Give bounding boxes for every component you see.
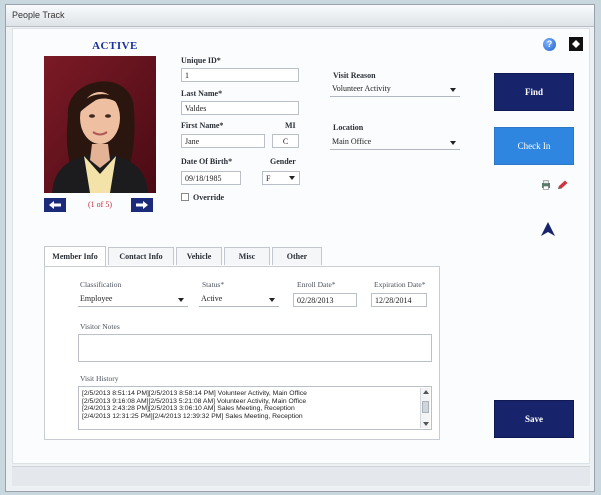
- visitor-notes-field[interactable]: [78, 334, 432, 362]
- window-title: People Track: [12, 10, 65, 20]
- printer-icon: [542, 180, 550, 190]
- tab-contact-info[interactable]: Contact Info: [108, 247, 174, 265]
- arrow-up-icon: [541, 222, 555, 236]
- classification-select[interactable]: Employee: [78, 293, 188, 307]
- edit-icon[interactable]: [557, 177, 568, 189]
- visit-history-label: Visit History: [80, 374, 119, 383]
- expand-icon: [572, 40, 580, 48]
- mi-field[interactable]: C: [272, 134, 299, 148]
- scroll-up-icon[interactable]: [540, 222, 556, 236]
- classification-label: Classification: [80, 280, 122, 289]
- enroll-date-field[interactable]: 02/28/2013: [293, 293, 357, 307]
- visit-reason-value: Volunteer Activity: [332, 84, 391, 93]
- status-bar: [12, 466, 590, 486]
- chevron-down-icon: [269, 298, 275, 302]
- scroll-thumb[interactable]: [422, 401, 429, 413]
- last-name-field[interactable]: Valdes: [181, 101, 299, 115]
- unique-id-label: Unique ID*: [181, 56, 221, 65]
- tab-vehicle[interactable]: Vehicle: [176, 247, 222, 265]
- save-button[interactable]: Save: [494, 400, 574, 438]
- help-icon[interactable]: ?: [543, 38, 556, 51]
- first-name-label: First Name*: [181, 121, 224, 130]
- arrow-left-icon: [49, 201, 61, 209]
- member-status: ACTIVE: [92, 40, 138, 52]
- dob-label: Date Of Birth*: [181, 157, 233, 166]
- visit-reason-label: Visit Reason: [333, 71, 376, 80]
- gender-value: F: [266, 174, 271, 183]
- last-name-label: Last Name*: [181, 89, 223, 98]
- status-value: Active: [201, 294, 223, 303]
- print-icon[interactable]: [541, 177, 551, 190]
- visit-reason-select[interactable]: Volunteer Activity: [330, 83, 460, 97]
- visit-history-list[interactable]: [2/5/2013 8:51:14 PM][2/5/2013 8:58:14 P…: [78, 386, 432, 430]
- override-label: Override: [193, 193, 225, 202]
- scroll-down-arrow-icon[interactable]: [423, 422, 429, 426]
- tab-misc[interactable]: Misc: [224, 247, 270, 265]
- unique-id-field[interactable]: 1: [181, 68, 299, 82]
- first-name-field[interactable]: Jane: [181, 134, 265, 148]
- mi-label: MI: [285, 121, 296, 130]
- member-photo: [44, 56, 156, 193]
- list-item: [2/5/2013 9:16:08 AM][2/5/2013 5:21:08 A…: [82, 397, 307, 405]
- dob-field[interactable]: 09/18/1985: [181, 171, 241, 185]
- tab-other[interactable]: Other: [272, 247, 322, 265]
- list-item: [2/5/2013 8:51:14 PM][2/5/2013 8:58:14 P…: [82, 390, 307, 397]
- location-label: Location: [333, 123, 364, 132]
- override-checkbox[interactable]: [181, 193, 189, 201]
- check-in-button[interactable]: Check In: [494, 127, 574, 165]
- find-button[interactable]: Find: [494, 73, 574, 111]
- arrow-right-icon: [136, 201, 148, 209]
- enroll-date-label: Enroll Date*: [297, 280, 336, 289]
- chevron-down-icon: [450, 141, 456, 145]
- classification-value: Employee: [80, 294, 113, 303]
- visitor-notes-label: Visitor Notes: [80, 322, 120, 331]
- person-photo-image: [44, 56, 156, 193]
- chevron-down-icon: [450, 88, 456, 92]
- pencil-icon: [558, 180, 568, 189]
- location-select[interactable]: Main Office: [330, 136, 460, 150]
- fullscreen-icon[interactable]: [569, 37, 583, 51]
- list-item: [2/4/2013 12:31:25 PM][2/4/2013 12:39:32…: [82, 412, 303, 420]
- expiration-date-field[interactable]: 12/28/2014: [371, 293, 427, 307]
- gender-select[interactable]: F: [262, 171, 300, 185]
- list-item: [2/4/2013 2:43:28 PM][2/5/2013 3:06:10 A…: [82, 405, 295, 412]
- status-label: Status*: [202, 280, 225, 289]
- location-value: Main Office: [332, 137, 372, 146]
- tab-member-info[interactable]: Member Info: [44, 246, 106, 266]
- next-photo-button[interactable]: [131, 198, 153, 212]
- chevron-down-icon: [178, 298, 184, 302]
- scroll-up-arrow-icon[interactable]: [423, 390, 429, 394]
- title-bar: People Track: [6, 5, 594, 27]
- expiration-date-label: Expiration Date*: [374, 280, 426, 289]
- chevron-down-icon: [289, 176, 295, 180]
- visit-history-lines: [2/5/2013 8:51:14 PM][2/5/2013 8:58:14 P…: [82, 390, 307, 420]
- previous-photo-button[interactable]: [44, 198, 66, 212]
- photo-counter: (1 of 5): [88, 200, 112, 209]
- scrollbar[interactable]: [420, 388, 430, 428]
- gender-label: Gender: [270, 157, 296, 166]
- status-select[interactable]: Active: [199, 293, 279, 307]
